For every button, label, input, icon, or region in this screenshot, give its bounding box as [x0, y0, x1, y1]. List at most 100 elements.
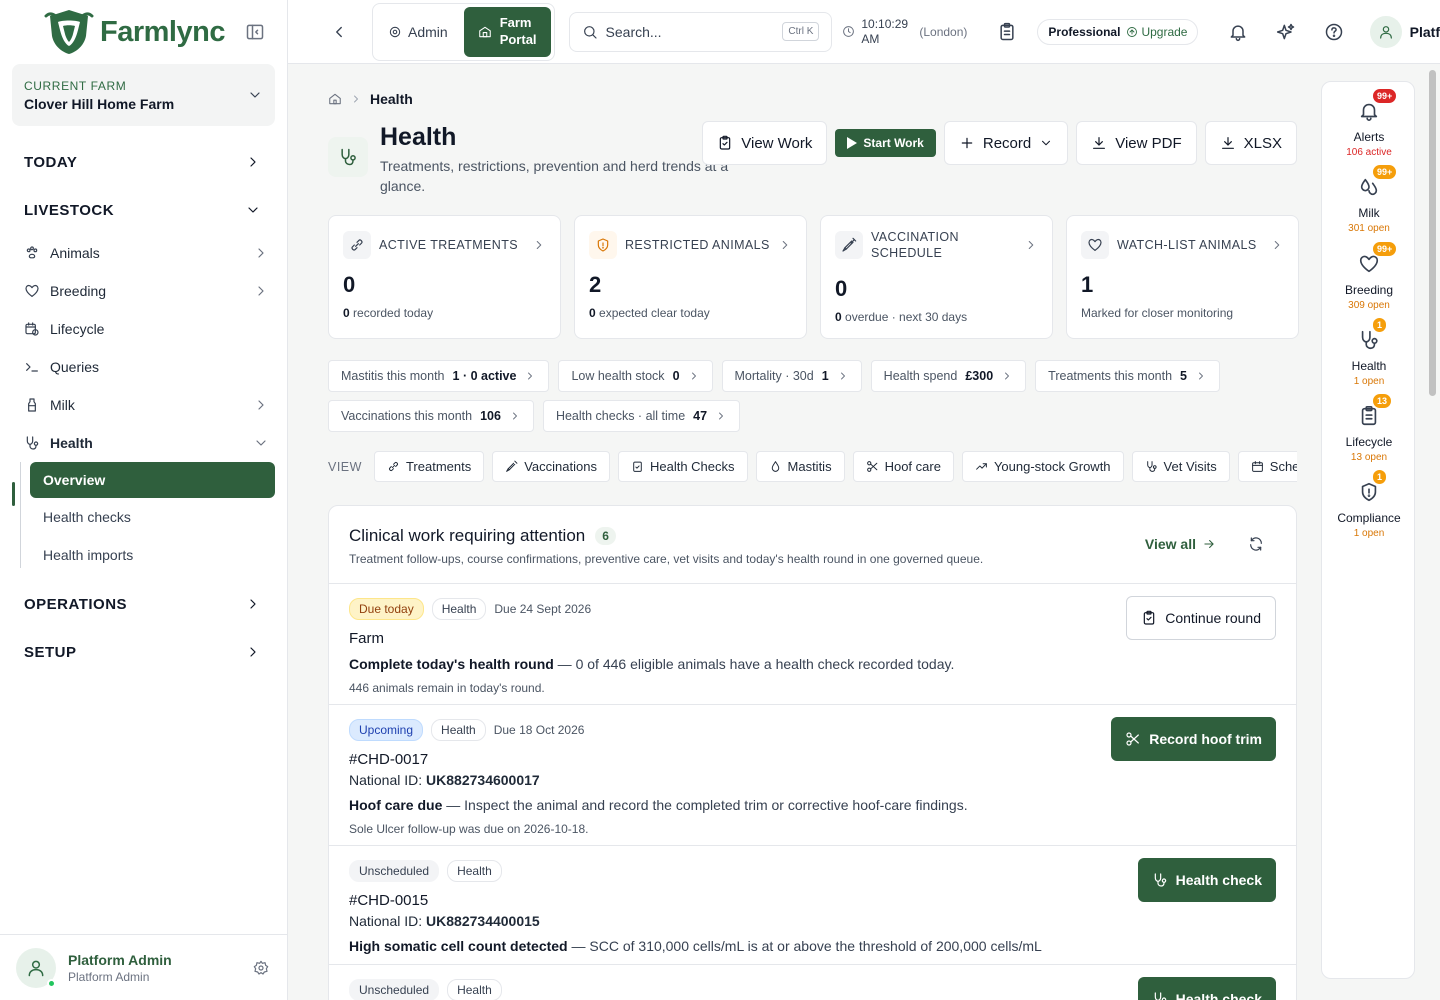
avatar[interactable] — [1370, 15, 1402, 48]
chip-mortality-30d[interactable]: Mortality · 30d 1 — [721, 360, 862, 392]
animal-tag-link[interactable]: #CHD-0015 — [349, 892, 1276, 909]
chip-health-checks-all-time[interactable]: Health checks · all time 47 — [542, 400, 741, 432]
kpi-card-watch-list-animals[interactable]: WATCH-LIST ANIMALS 1 Marked for closer m… — [1066, 215, 1299, 339]
chip-treatments-month[interactable]: Treatments this month 5 — [1035, 360, 1220, 392]
tab-hoof-care[interactable]: Hoof care — [852, 451, 954, 482]
clipboard-check-icon — [1143, 610, 1155, 625]
sidebar-item-breeding[interactable]: Breeding — [0, 272, 287, 310]
row-note: Sole Ulcer follow-up was due on 2026-10-… — [349, 822, 589, 836]
sidebar-item-health[interactable]: Health — [0, 424, 287, 462]
back-arrow-icon[interactable] — [330, 23, 348, 41]
chevron-right-icon — [245, 596, 261, 612]
nav-section-setup[interactable]: SETUP — [0, 628, 287, 676]
chip-label: Health checks · all time — [555, 409, 686, 423]
clipboard-list-icon[interactable] — [997, 22, 1017, 42]
health-check-button[interactable]: Health check — [1137, 977, 1276, 1000]
xlsx-button[interactable]: XLSX — [1204, 121, 1297, 165]
sidebar-item-label: Animals — [50, 245, 100, 261]
admin-switch-button[interactable]: Admin — [376, 7, 460, 57]
national-id: National ID: UK882734400015 — [349, 913, 1276, 929]
status-badge: Due today — [349, 598, 424, 620]
clinical-work-panel: Clinical work requiring attention 6 Trea… — [328, 505, 1297, 1000]
chevron-right-icon — [1024, 238, 1038, 252]
view-pdf-button[interactable]: View PDF — [1076, 121, 1197, 165]
rail-item-lifecycle[interactable]: 13 Lifecycle 13 open — [1322, 393, 1416, 463]
tab-mastitis[interactable]: Mastitis — [755, 451, 845, 482]
tab-health-checks[interactable]: Health Checks — [617, 451, 748, 482]
chip-mastitis-month[interactable]: Mastitis this month 1 · 0 active — [328, 360, 550, 392]
rail-label: Health — [1351, 359, 1387, 373]
tab-treatments[interactable]: Treatments — [373, 451, 485, 482]
stethoscope-icon: 1 — [1354, 317, 1388, 355]
search-icon — [583, 25, 597, 39]
current-farm-select[interactable]: CURRENT FARM Clover Hill Home Farm — [12, 64, 275, 126]
gear-icon[interactable] — [253, 960, 269, 976]
droplet-icon — [771, 461, 779, 472]
sidebar-item-milk[interactable]: Milk — [0, 386, 287, 424]
view-work-button[interactable]: View Work — [702, 121, 828, 165]
record-hoof-trim-button[interactable]: Record hoof trim — [1111, 717, 1276, 761]
topbar-user-name[interactable]: Platf — [1410, 24, 1440, 40]
sidebar-item-animals[interactable]: Animals — [0, 234, 287, 272]
record-dropdown-button[interactable]: Record — [943, 121, 1069, 165]
sidebar-item-lifecycle[interactable]: Lifecycle — [0, 310, 287, 348]
user-name: Platform Admin — [68, 951, 172, 968]
nav-section-today[interactable]: TODAY — [0, 138, 287, 186]
help-circle-icon[interactable] — [1324, 22, 1344, 42]
rail-item-health[interactable]: 1 Health 1 open — [1322, 317, 1416, 387]
rail-item-breeding[interactable]: 99+ Breeding 309 open — [1322, 241, 1416, 311]
upgrade-link[interactable]: Upgrade — [1126, 25, 1187, 39]
scrollbar-thumb[interactable] — [1429, 70, 1436, 396]
rail-item-milk[interactable]: 99+ Milk 301 open — [1322, 164, 1416, 234]
rail-item-alerts[interactable]: 99+ Alerts 106 active — [1322, 88, 1416, 158]
farm-portal-switch-button[interactable]: Farm Portal — [463, 6, 551, 57]
rail-item-compliance[interactable]: 1 Compliance 1 open — [1322, 469, 1416, 539]
clock-time-line2: AM — [861, 31, 880, 46]
category-badge: Health — [431, 598, 487, 620]
bell-icon[interactable] — [1228, 22, 1248, 42]
refresh-icon[interactable] — [1248, 536, 1264, 552]
chip-vaccinations-month[interactable]: Vaccinations this month 106 — [328, 400, 534, 432]
start-work-button[interactable]: Start Work — [835, 129, 936, 157]
nav-section-livestock[interactable]: LIVESTOCK — [0, 186, 287, 234]
kpi-note-count: 0 — [835, 310, 842, 324]
row-description-text: — 0 of 446 eligible animals have a healt… — [553, 656, 955, 672]
kpi-card-vaccination-schedule[interactable]: VACCINATION SCHEDULE 0 0 overdue · next … — [820, 215, 1053, 339]
home-icon[interactable] — [328, 92, 342, 106]
chevron-right-icon — [688, 370, 700, 382]
view-all-link[interactable]: View all — [1145, 536, 1216, 552]
page-scrollbar[interactable] — [1428, 66, 1438, 1000]
nav-section-operations[interactable]: OPERATIONS — [0, 580, 287, 628]
collapse-sidebar-icon[interactable] — [245, 22, 265, 42]
brand-logo[interactable]: Farmlync — [44, 8, 225, 56]
tab-vet-visits[interactable]: Vet Visits — [1131, 451, 1230, 482]
chevron-right-icon — [350, 93, 362, 105]
paw-icon — [24, 245, 42, 261]
avatar[interactable] — [16, 947, 56, 988]
tab-young-stock-growth[interactable]: Young-stock Growth — [961, 451, 1124, 482]
tab-vaccinations[interactable]: Vaccinations — [492, 451, 610, 482]
gear-icon — [389, 26, 401, 37]
continue-round-button[interactable]: Continue round — [1126, 596, 1276, 640]
plan-badge[interactable]: Professional Upgrade — [1037, 18, 1199, 45]
tab-schedule-vet[interactable]: Schedule vet — [1237, 451, 1297, 482]
chip-low-health-stock[interactable]: Low health stock 0 — [558, 360, 713, 392]
chip-health-spend[interactable]: Health spend £300 — [870, 360, 1027, 392]
sidebar-item-queries[interactable]: Queries — [0, 348, 287, 386]
tab-label: Vet Visits — [1163, 459, 1217, 474]
search-input[interactable]: Search... Ctrl K — [568, 11, 833, 52]
table-row: Unscheduled Health #CHD-0015 National ID… — [329, 846, 1296, 965]
sidebar-subitem-health-checks[interactable]: Health checks — [30, 498, 275, 536]
sidebar-subitem-health-imports[interactable]: Health imports — [30, 536, 275, 574]
sidebar-subitem-overview[interactable]: Overview — [30, 462, 275, 498]
kpi-card-restricted-animals[interactable]: RESTRICTED ANIMALS 2 0 expected clear to… — [574, 215, 807, 339]
chip-value: 0 — [672, 369, 680, 383]
row-description-headline: Hoof care due — [349, 797, 443, 813]
quick-access-rail: 99+ Alerts 106 active 99+ Milk 301 open … — [1321, 81, 1415, 979]
kpi-card-active-treatments[interactable]: ACTIVE TREATMENTS 0 0 recorded today — [328, 215, 561, 339]
plan-name: Professional — [1048, 24, 1121, 39]
breadcrumb: Health — [328, 91, 413, 107]
health-check-button[interactable]: Health check — [1137, 858, 1276, 902]
sparkles-icon[interactable] — [1276, 22, 1296, 42]
panel-header: Clinical work requiring attention 6 Trea… — [329, 506, 1296, 584]
